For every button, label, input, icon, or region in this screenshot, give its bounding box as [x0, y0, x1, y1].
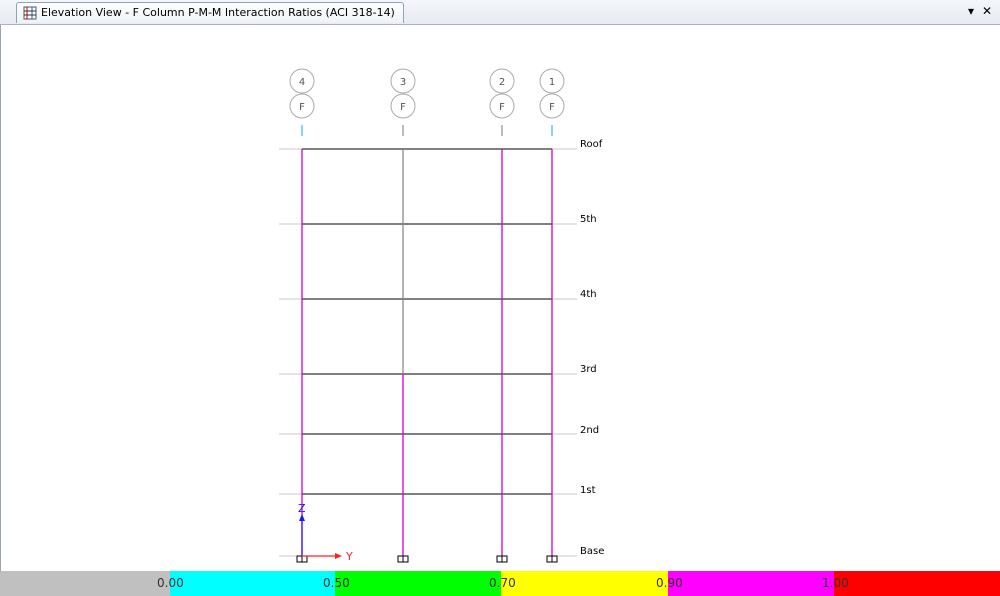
story-label-roof: Roof: [580, 139, 603, 150]
elevation-view-tab[interactable]: Elevation View - F Column P-M-M Interact…: [16, 2, 404, 23]
window-title: Elevation View - F Column P-M-M Interact…: [41, 6, 395, 19]
beams[interactable]: [302, 148, 552, 495]
legend-segment-magenta: [668, 571, 834, 596]
story-label-base: Base: [580, 546, 604, 557]
story-reference-lines: [279, 148, 577, 557]
legend-segment-gray: [0, 571, 170, 596]
story-label-3rd: 3rd: [580, 364, 597, 375]
legend-tick-label: 1.00: [822, 576, 849, 590]
story-label-2nd: 2nd: [580, 425, 599, 436]
legend-tick-label: 0.70: [489, 576, 516, 590]
legend-tick-label: 0.50: [323, 576, 350, 590]
grid-bubble-3[interactable]: 3 F: [390, 68, 416, 136]
grid-label: 4: [299, 77, 305, 88]
grid-bubble-4[interactable]: 4 F: [289, 68, 315, 136]
legend-segment-green: [335, 571, 501, 596]
legend-segment-yellow: [501, 571, 668, 596]
grid-bay-label: F: [499, 102, 505, 113]
legend-tick-label: 0.90: [656, 576, 683, 590]
grid-bay-label: F: [400, 102, 406, 113]
elevation-view-icon: [23, 6, 37, 20]
columns[interactable]: [301, 149, 553, 556]
axis-z-label: Z: [298, 502, 306, 515]
legend-segment-cyan: [170, 571, 335, 596]
document-tab-bar: Elevation View - F Column P-M-M Interact…: [0, 0, 1000, 25]
axis-y-label: Y: [345, 550, 353, 563]
story-label-5th: 5th: [580, 214, 597, 225]
grid-bubble-1[interactable]: 1 F: [539, 68, 565, 136]
grid-bubble-2[interactable]: 2 F: [489, 68, 515, 136]
story-labels: Roof 5th 4th 3rd 2nd 1st Base: [580, 139, 604, 557]
grid-label: 1: [549, 77, 555, 88]
ratio-color-legend: 0.00 0.50 0.70 0.90 1.00: [0, 571, 1000, 596]
window-dropdown-icon[interactable]: ▾: [964, 4, 978, 18]
story-label-1st: 1st: [580, 485, 596, 496]
grid-label: 2: [499, 77, 505, 88]
grid-bay-label: F: [549, 102, 555, 113]
close-icon[interactable]: ✕: [980, 4, 994, 18]
elevation-drawing: 4 F 3 F 2 F 1 F Roof 5th 4th 3rd 2nd 1st…: [279, 68, 604, 563]
legend-tick-label: 0.00: [157, 576, 184, 590]
story-label-4th: 4th: [580, 289, 597, 300]
elevation-view-canvas[interactable]: 4 F 3 F 2 F 1 F Roof 5th 4th 3rd 2nd 1st…: [0, 25, 1000, 571]
grid-label: 3: [400, 77, 406, 88]
legend-segment-red: [834, 571, 1000, 596]
grid-bay-label: F: [299, 102, 305, 113]
axis-triad: Z Y: [298, 502, 353, 563]
